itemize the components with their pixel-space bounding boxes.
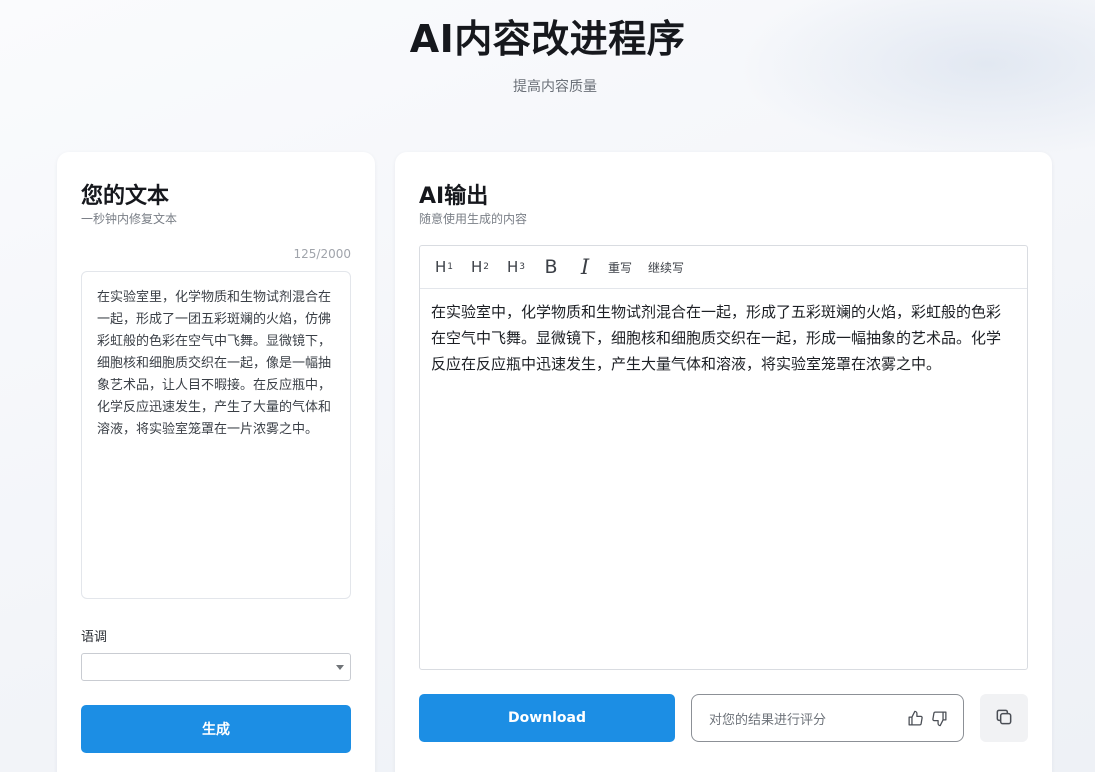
copy-button[interactable]	[980, 694, 1028, 742]
output-text[interactable]: 在实验室中，化学物质和生物试剂混合在一起，形成了五彩斑斓的火焰，彩虹般的色彩在空…	[420, 289, 1027, 387]
page-subtitle: 提高内容质量	[513, 79, 597, 95]
thumbs-up-icon[interactable]	[905, 708, 925, 728]
heading-3-level: 3	[519, 262, 525, 272]
page-title: AI内容改进程序	[409, 17, 686, 61]
download-button[interactable]: Download	[419, 694, 675, 742]
rating-box: 对您的结果进行评分	[691, 694, 964, 742]
thumbs-down-icon[interactable]	[929, 708, 949, 728]
chevron-down-icon	[336, 665, 344, 670]
input-panel-subtitle: 一秒钟内修复文本	[81, 212, 178, 226]
heading-1-level: 1	[447, 262, 453, 272]
output-panel-subtitle: 随意使用生成的内容	[419, 212, 528, 226]
copy-icon	[994, 707, 1014, 730]
heading-3-button[interactable]: H3	[504, 253, 528, 281]
char-count: 125/2000	[293, 247, 352, 261]
rewrite-button[interactable]: 重写	[608, 253, 632, 281]
heading-2-glyph: H	[470, 258, 483, 276]
heading-2-button[interactable]: H2	[468, 253, 492, 281]
rating-placeholder: 对您的结果进行评分	[709, 712, 827, 728]
tone-label: 语调	[81, 630, 108, 645]
continue-writing-button[interactable]: 继续写	[648, 253, 684, 281]
generate-button[interactable]: 生成	[81, 705, 351, 753]
heading-3-glyph: H	[506, 258, 519, 276]
source-text-input[interactable]: 在实验室里，化学物质和生物试剂混合在一起，形成了一团五彩斑斓的火焰，仿佛彩虹般的…	[81, 271, 351, 599]
input-panel: 您的文本 一秒钟内修复文本 125/2000 在实验室里，化学物质和生物试剂混合…	[57, 152, 375, 772]
output-editor: H1 H2 H3 B I 重写 继续写 在实验室中，化学物质和生物试剂混合在一起…	[419, 245, 1028, 670]
heading-1-button[interactable]: H1	[432, 253, 456, 281]
editor-toolbar: H1 H2 H3 B I 重写 继续写	[420, 246, 1027, 289]
output-panel-title: AI输出	[419, 184, 489, 209]
input-panel-title: 您的文本	[81, 184, 170, 209]
heading-2-level: 2	[483, 262, 489, 272]
bold-button[interactable]: B	[540, 253, 562, 281]
output-panel: AI输出 随意使用生成的内容 H1 H2 H3 B I 重写 继续写 在实验室中…	[395, 152, 1052, 772]
tone-select[interactable]	[81, 653, 351, 681]
italic-button[interactable]: I	[574, 253, 596, 281]
heading-1-glyph: H	[434, 258, 447, 276]
